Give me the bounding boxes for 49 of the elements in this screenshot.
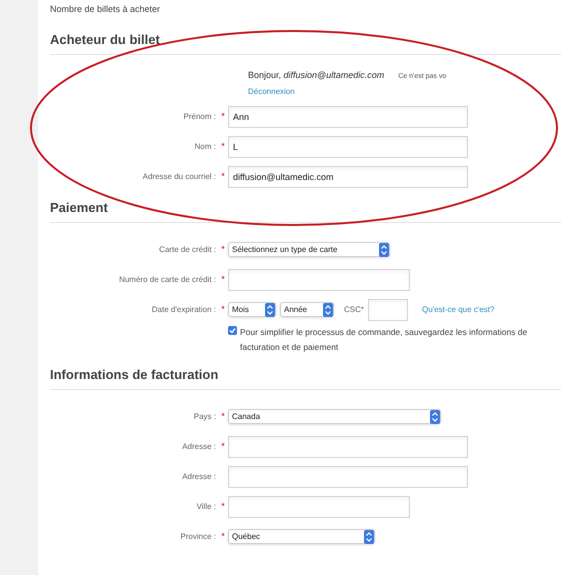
stepper-icon <box>430 410 440 424</box>
field-label: Date d'expiration : <box>152 304 216 316</box>
section-heading: Acheteur du billet <box>50 32 161 48</box>
section-heading: Informations de facturation <box>50 366 220 382</box>
required-mark: * <box>221 530 225 543</box>
field-label: Carte de crédit : <box>159 244 216 256</box>
greeting-text: Bonjour, diffusion@ultamedic.com <box>248 69 384 82</box>
logout-link[interactable]: Déconnexion <box>248 86 295 98</box>
stepper-icon <box>323 302 333 316</box>
required-mark: * <box>221 302 225 316</box>
required-mark: * <box>221 272 225 286</box>
field-label: Province : <box>180 530 216 542</box>
select-field[interactable]: Année <box>280 302 334 317</box>
stepper-icon <box>379 242 389 256</box>
required-mark: * <box>221 410 225 423</box>
field-label: Adresse : <box>182 440 216 452</box>
required-mark: * <box>221 110 225 123</box>
form-label: Nombre de billets à acheter <box>50 4 160 14</box>
field-label: Adresse : <box>182 470 216 482</box>
stepper-icon <box>265 302 275 316</box>
checkbox-label: Pour simplifier le processus de commande, sauvegardez les informations de facturation et de paiement <box>240 326 528 354</box>
csc-field[interactable] <box>368 298 408 320</box>
stepper-icon <box>364 530 374 544</box>
input-field[interactable] <box>228 466 468 488</box>
select-field[interactable]: Québec <box>228 529 375 544</box>
field-label: CSC* <box>344 304 364 316</box>
required-mark: * <box>221 140 225 153</box>
input-field[interactable] <box>228 436 468 458</box>
required-mark: * <box>221 242 225 256</box>
section-heading: Paiement <box>50 200 109 216</box>
field-label: Nom : <box>194 140 216 152</box>
select-field[interactable]: Mois <box>228 302 276 317</box>
required-mark: * <box>221 500 225 513</box>
required-mark: * <box>221 170 225 183</box>
field-label: Prénom : <box>184 110 216 122</box>
select-field[interactable]: Canada <box>228 409 441 424</box>
field-label: Numéro de carte de crédit : <box>119 274 216 286</box>
input-field[interactable]: diffusion@ultamedic.com <box>228 166 468 188</box>
input-field[interactable]: Ann <box>228 106 468 128</box>
field-label: Pays : <box>194 410 216 422</box>
input-field[interactable]: L <box>228 136 468 158</box>
field-label: Ville : <box>196 500 216 512</box>
field-label: Adresse du courriel : <box>142 170 216 182</box>
input-field[interactable] <box>228 496 410 518</box>
input-field[interactable] <box>228 268 410 290</box>
select-field[interactable]: Sélectionnez un type de carte <box>228 242 390 257</box>
required-mark: * <box>221 440 225 453</box>
help-link[interactable]: Qu'est-ce que c'est? <box>422 304 494 316</box>
checkbox[interactable] <box>228 326 237 334</box>
